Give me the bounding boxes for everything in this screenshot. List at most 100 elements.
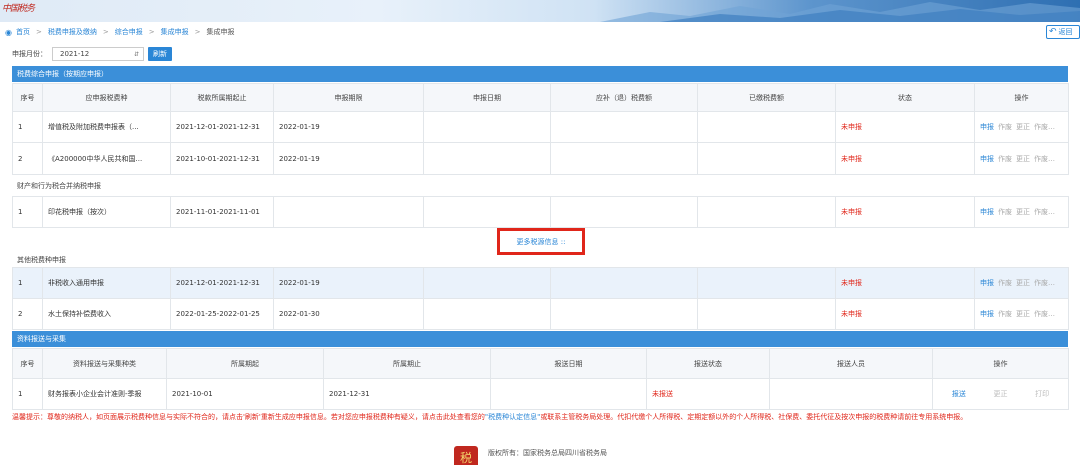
filing-date: [423, 298, 551, 330]
col-header: 报送日期: [490, 348, 647, 379]
section-data-submission-header: 资料报送与采集: [12, 331, 1068, 347]
period-select[interactable]: 2021-12 ⇵: [52, 47, 144, 61]
invalidate-link[interactable]: 作废: [1034, 123, 1048, 131]
location-pin-icon: ◉: [5, 27, 12, 37]
row-number: 2: [12, 298, 43, 330]
filing-deadline: 2022-01-19: [273, 142, 424, 175]
print-link[interactable]: 打印: [1035, 389, 1049, 399]
correct-link[interactable]: 更正: [1016, 310, 1030, 318]
invalidate-link[interactable]: 作废: [1034, 279, 1048, 287]
section-periodic-filing-header: 税费综合申报（按期应申报）: [12, 66, 1068, 82]
correct-link[interactable]: 更正: [1016, 208, 1030, 216]
operations-cell: 申报 作废 更正 作废 打印: [974, 298, 1069, 330]
tax-emblem-icon: 税: [454, 446, 478, 465]
correct-link[interactable]: 更正: [1016, 155, 1030, 163]
col-header: 应申报税费种: [42, 83, 171, 112]
filing-date: [423, 142, 551, 175]
col-header: 应补（退）税费额: [550, 83, 698, 112]
col-header: 状态: [835, 83, 975, 112]
invalidate-link[interactable]: 作废: [1034, 155, 1048, 163]
col-header: 所属期起: [166, 348, 324, 379]
row-number: 2: [12, 142, 43, 175]
back-button[interactable]: ↶ 返回: [1046, 25, 1080, 39]
declare-link[interactable]: 申报: [980, 155, 994, 163]
amount-due: [550, 196, 698, 228]
table-row: 1 非税收入通用申报 2021-12-01-2021-12-31 2022-01…: [12, 267, 1069, 299]
amount-paid: [697, 111, 836, 143]
row-number: 1: [12, 111, 43, 143]
filing-date: [423, 267, 551, 299]
breadcrumb-tax-filing[interactable]: 税费申报及缴纳: [48, 27, 97, 37]
col-header: 税款所属期起止: [170, 83, 274, 112]
invalidate-link[interactable]: 作废: [1034, 310, 1048, 318]
col-header: 报送状态: [646, 348, 770, 379]
correct-link[interactable]: 更正: [1016, 123, 1030, 131]
amount-paid: [697, 267, 836, 299]
period-end: 2021-12-31: [323, 378, 491, 410]
row-number: 1: [12, 196, 43, 228]
void-link[interactable]: 作废: [998, 123, 1012, 131]
status-cell: 未申报: [835, 111, 975, 143]
amount-paid: [697, 142, 836, 175]
filing-deadline: [273, 196, 424, 228]
declare-link[interactable]: 申报: [980, 310, 994, 318]
table-header-row: 序号 应申报税费种 税款所属期起止 申报期限 申报日期 应补（退）税费额 已缴税…: [12, 83, 1069, 112]
group-label-property-tax: 财产和行为税合并纳税申报: [17, 182, 101, 190]
tax-type: 《A200000中华人民共和国...: [42, 142, 171, 175]
periodic-filing-table: 序号 应申报税费种 税款所属期起止 申报期限 申报日期 应补（退）税费额 已缴税…: [12, 83, 1069, 175]
status-cell: 未申报: [835, 298, 975, 330]
footer: 税 版权所有：国家税务总局四川省税务局: [454, 446, 607, 465]
void-link[interactable]: 作废: [998, 155, 1012, 163]
warm-notice: 温馨提示：尊敬的纳税人，如页面展示税费种信息与实际不符合的，请点击'刷新'重新生…: [12, 411, 1072, 423]
tax-type-recognition-link[interactable]: "税费种认定信息": [485, 413, 540, 421]
void-link[interactable]: 作废: [998, 279, 1012, 287]
period-filter: 申报月份： 2021-12 ⇵ 刷新: [12, 47, 172, 61]
col-header: 报送人员: [769, 348, 933, 379]
operations-cell: 申报 作废 更正 作废 打印: [974, 267, 1069, 299]
operations-cell: 报送 更正 打印: [932, 378, 1069, 410]
declare-link[interactable]: 申报: [980, 123, 994, 131]
amount-due: [550, 142, 698, 175]
amount-due: [550, 298, 698, 330]
operations-cell: 申报 作废 更正 作废 打印: [974, 111, 1069, 143]
more-tax-source-link[interactable]: 更多税源信息 ::: [497, 228, 585, 255]
row-number: 1: [12, 378, 43, 410]
correct-link[interactable]: 更正: [993, 389, 1007, 399]
declare-link[interactable]: 申报: [980, 279, 994, 287]
tax-type: 印花税申报（按次）: [42, 196, 171, 228]
breadcrumb-comprehensive[interactable]: 综合申报: [115, 27, 143, 37]
void-link[interactable]: 作废: [998, 208, 1012, 216]
amount-due: [550, 267, 698, 299]
breadcrumb-home[interactable]: 首页: [16, 27, 30, 37]
chevron-right-icon: >: [102, 28, 109, 36]
notice-text-part2: 或联系主管税务局处理。代扣代缴个人所得税、定期定额以外的个人所得税、社保费、委托…: [540, 413, 968, 421]
group-label-other-taxes: 其他税费种申报: [17, 256, 66, 264]
col-header: 已缴税费额: [697, 83, 836, 112]
submit-link[interactable]: 报送: [952, 389, 966, 399]
correct-link[interactable]: 更正: [1016, 279, 1030, 287]
property-tax-table: 1 印花税申报（按次） 2021-11-01-2021-11-01 未申报 申报…: [12, 196, 1069, 228]
col-header: 操作: [974, 83, 1069, 112]
breadcrumb-integrated[interactable]: 集成申报: [161, 27, 189, 37]
status-cell: 未申报: [835, 196, 975, 228]
table-row: 1 增值税及附加税费申报表（... 2021-12-01-2021-12-31 …: [12, 111, 1069, 143]
tax-period: 2021-12-01-2021-12-31: [170, 267, 274, 299]
other-taxes-table: 1 非税收入通用申报 2021-12-01-2021-12-31 2022-01…: [12, 267, 1069, 330]
site-logo[interactable]: 中国税务: [2, 1, 35, 14]
section-title: 税费综合申报（按期应申报）: [17, 70, 108, 78]
submission-status: 未报送: [646, 378, 770, 410]
declare-link[interactable]: 申报: [980, 208, 994, 216]
filing-deadline: 2022-01-19: [273, 111, 424, 143]
filing-date: [423, 196, 551, 228]
breadcrumb: ◉ 首页 > 税费申报及缴纳 > 综合申报 > 集成申报 > 集成申报: [0, 22, 1080, 42]
section-title: 资料报送与采集: [17, 335, 66, 343]
void-link[interactable]: 作废: [998, 310, 1012, 318]
submission-date: [490, 378, 647, 410]
tax-period: 2021-11-01-2021-11-01: [170, 196, 274, 228]
refresh-button[interactable]: 刷新: [148, 47, 172, 61]
tax-type: 非税收入通用申报: [42, 267, 171, 299]
table-row: 1 财务报表小企业会计准则-季报 2021-10-01 2021-12-31 未…: [12, 378, 1069, 410]
filing-date: [423, 111, 551, 143]
col-header: 所属期止: [323, 348, 491, 379]
invalidate-link[interactable]: 作废: [1034, 208, 1048, 216]
